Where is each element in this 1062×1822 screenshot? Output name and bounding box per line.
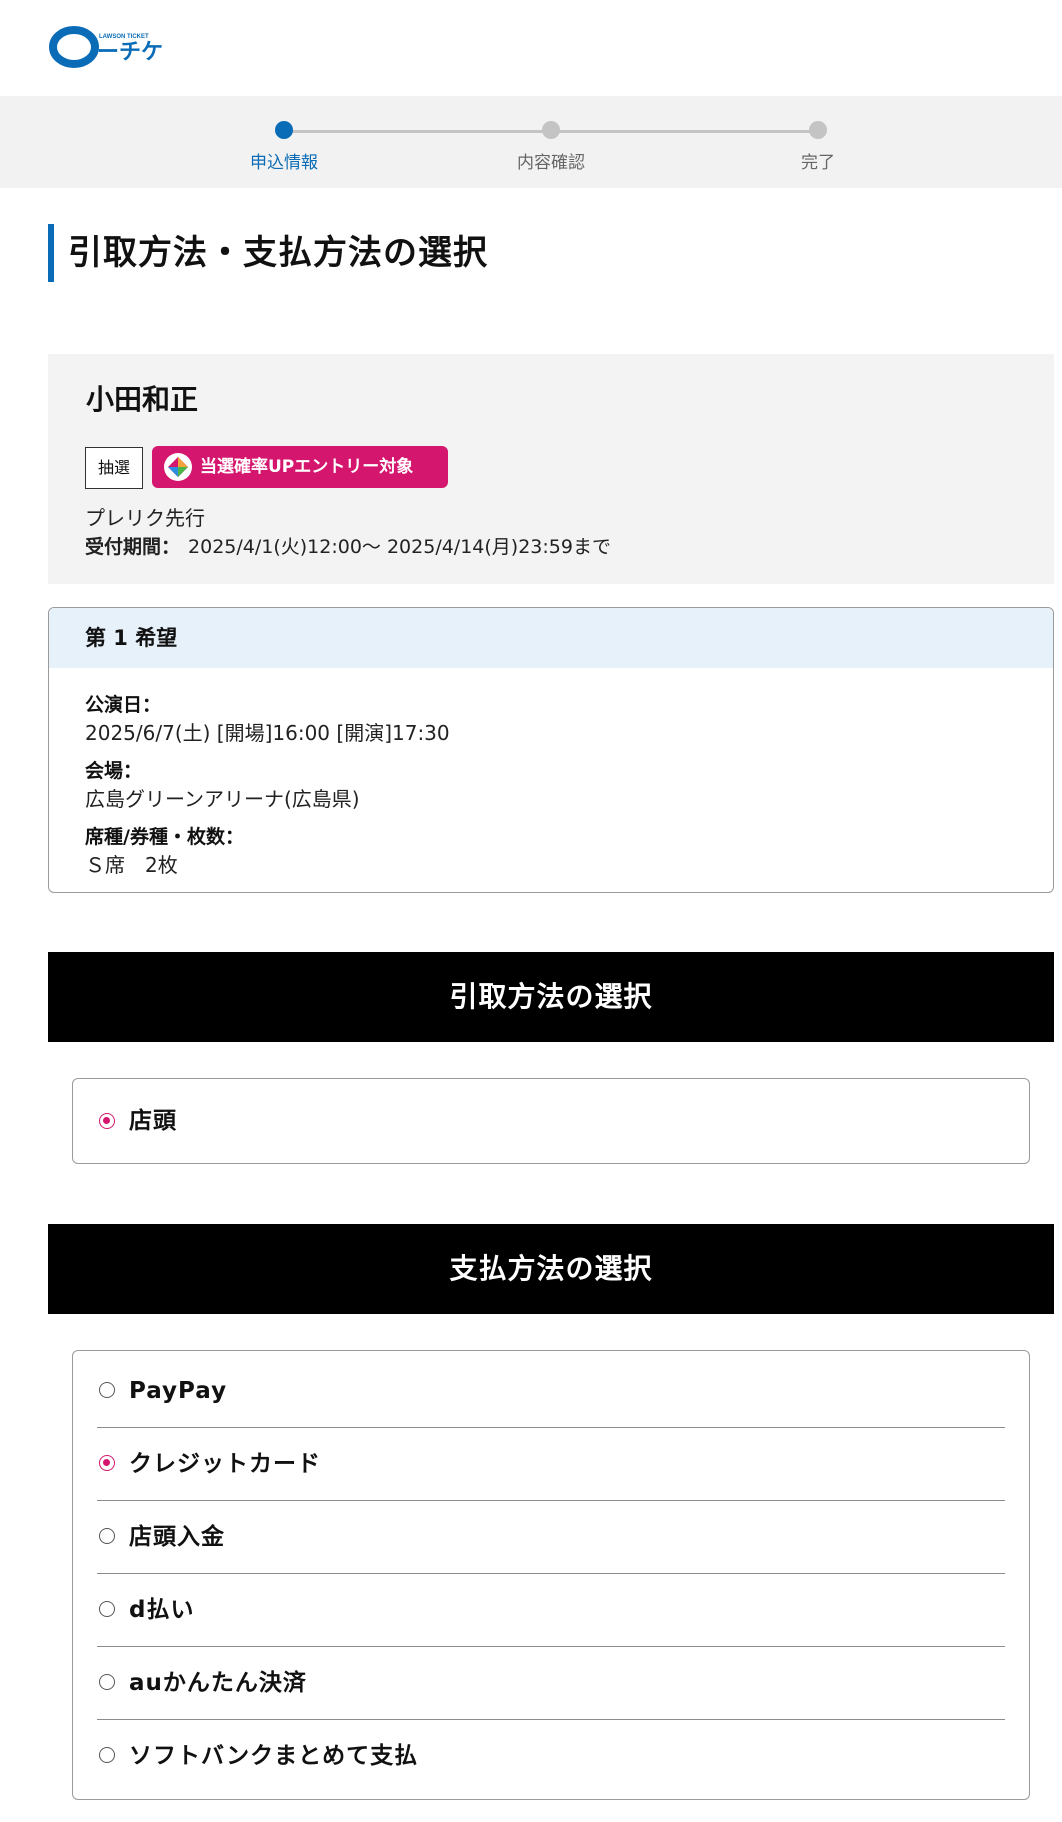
artist-name: 小田和正 xyxy=(86,383,199,416)
pickup-method-heading: 引取方法の選択 xyxy=(48,952,1054,1042)
radio-button[interactable] xyxy=(99,1455,115,1471)
radio-button[interactable] xyxy=(99,1601,115,1617)
preference-details: 公演日： 2025/6/7(土) [開場]16:00 [開演]17:30 会場：… xyxy=(49,668,1053,878)
step-dot xyxy=(542,121,560,139)
sale-type: プレリク先行 xyxy=(85,506,205,530)
option-label: auかんたん決済 xyxy=(129,1670,307,1696)
seat-value: Ｓ席 2枚 xyxy=(85,853,178,877)
step-label: 完了 xyxy=(801,153,835,173)
payment-option-softbank[interactable]: ソフトバンクまとめて支払 xyxy=(97,1720,1005,1792)
radio-button[interactable] xyxy=(99,1747,115,1763)
payment-option-paypay[interactable]: PayPay xyxy=(97,1355,1005,1428)
reception-period: 受付期間： 2025/4/1(火)12:00～ 2025/4/14(月)23:59… xyxy=(85,532,611,559)
period-value: 2025/4/1(火)12:00～ 2025/4/14(月)23:59まで xyxy=(188,536,611,558)
step-dot xyxy=(275,121,293,139)
preference-1: 第 1 希望 公演日： 2025/6/7(土) [開場]16:00 [開演]17… xyxy=(48,607,1054,893)
date-label: 公演日： xyxy=(85,694,162,716)
pickup-options: 店頭 xyxy=(72,1078,1030,1164)
period-label: 受付期間： xyxy=(85,536,181,558)
payment-option-au-easy[interactable]: auかんたん決済 xyxy=(97,1647,1005,1720)
payment-method-heading: 支払方法の選択 xyxy=(48,1224,1054,1314)
radio-button[interactable] xyxy=(99,1674,115,1690)
payment-options: PayPay クレジットカード 店頭入金 d払い auかんたん決済 ソフトバンク… xyxy=(72,1350,1030,1800)
page-title: 引取方法・支払方法の選択 xyxy=(48,224,488,282)
step-application-info: 申込情報 xyxy=(184,121,384,173)
pickup-option-store[interactable]: 店頭 xyxy=(97,1079,1005,1163)
venue-label: 会場： xyxy=(85,760,143,782)
step-confirm: 内容確認 xyxy=(451,121,651,173)
venue-value: 広島グリーンアリーナ(広島県) xyxy=(85,787,360,811)
radio-button[interactable] xyxy=(99,1528,115,1544)
event-info: 小田和正 抽選 当選確率UPエントリー対象 プレリク先行 受付期間： 2025/4… xyxy=(48,354,1054,584)
step-complete: 完了 xyxy=(718,121,918,173)
option-label: 店頭 xyxy=(129,1108,177,1134)
option-label: 店頭入金 xyxy=(129,1524,225,1550)
option-label: クレジットカード xyxy=(129,1451,321,1477)
date-value: 2025/6/7(土) [開場]16:00 [開演]17:30 xyxy=(85,721,450,745)
payment-option-store-payment[interactable]: 店頭入金 xyxy=(97,1501,1005,1574)
site-header: LAWSON TICKET ーチケ xyxy=(0,0,1062,96)
badge-up-label: 当選確率UPエントリー対象 xyxy=(200,457,414,477)
option-label: PayPay xyxy=(129,1378,228,1404)
step-dot xyxy=(809,121,827,139)
payment-option-d-barai[interactable]: d払い xyxy=(97,1574,1005,1647)
logo-main-text: ーチケ xyxy=(97,40,163,65)
lottery-badge: 抽選 xyxy=(85,447,144,489)
payment-option-credit-card[interactable]: クレジットカード xyxy=(97,1428,1005,1501)
option-label: ソフトバンクまとめて支払 xyxy=(129,1743,419,1769)
diamond-logo-icon xyxy=(164,453,192,481)
step-label: 申込情報 xyxy=(250,153,318,173)
step-label: 内容確認 xyxy=(517,153,585,173)
win-rate-up-badge[interactable]: 当選確率UPエントリー対象 xyxy=(152,446,448,488)
lawson-ticket-logo[interactable]: LAWSON TICKET ーチケ xyxy=(48,22,178,72)
option-label: d払い xyxy=(129,1597,195,1623)
radio-button[interactable] xyxy=(99,1382,115,1398)
radio-button[interactable] xyxy=(99,1113,115,1129)
progress-steps: 申込情報 内容確認 完了 xyxy=(0,96,1062,188)
preference-heading: 第 1 希望 xyxy=(49,608,1053,668)
seat-label: 席種/券種・枚数： xyxy=(85,826,244,848)
